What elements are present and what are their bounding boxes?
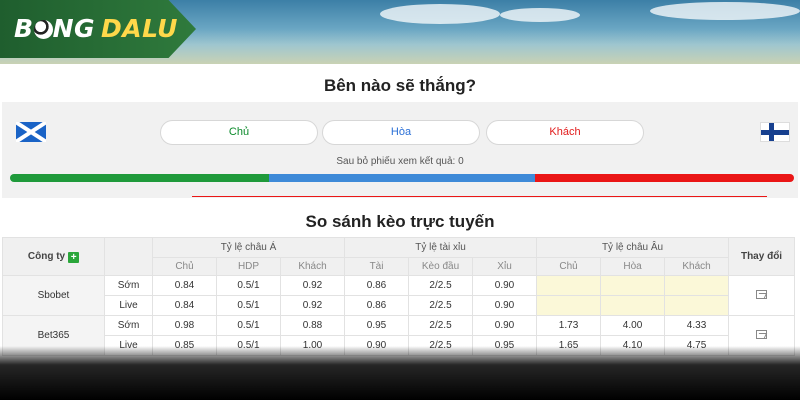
vote-result-note: Sau bỏ phiếu xem kết quả: 0 [336,156,464,167]
vote-draw-button[interactable]: Hòa [322,120,480,145]
bookmaker-name[interactable]: Bet365 [2,315,105,356]
odds-value: 0.84 [152,295,217,316]
odds-value: 0.95 [472,335,538,356]
odds-value: 0.92 [279,275,346,296]
header-banner: B NG DALU [0,0,800,64]
football-icon [33,20,53,39]
odds-value: 1.65 [536,335,602,356]
odds-value: 0.5/1 [216,295,281,316]
odds-value: 4.00 [600,315,666,336]
odds-value: 4.33 [664,315,730,336]
odds-value: 0.85 [152,335,217,356]
type-header [104,237,153,276]
odds-value: 2/2.5 [408,295,474,316]
odds-value [600,295,666,316]
odds-value: 0.90 [472,295,538,316]
odds-value: 0.98 [152,315,217,336]
vote-share-home [10,174,269,182]
company-header-label: Công ty [27,250,66,262]
finland-flag-icon [760,122,790,142]
odds-row: Sbobet Sớm 0.84 0.5/1 0.92 0.86 2/2.5 0.90 [2,275,796,316]
vote-title: Bên nào sẽ thắng? [323,76,477,95]
logo-text-part2: NG [52,14,96,43]
odds-value: 4.75 [664,335,730,356]
odds-type: Sớm [104,275,153,296]
site-logo[interactable]: B NG DALU [0,0,196,58]
odds-value [664,275,730,296]
odds-value: 4.10 [600,335,666,356]
odds-value: 0.84 [152,275,217,296]
subheader: Chủ [536,257,602,276]
cloud-decoration [500,8,580,22]
group-header-asian: Tỷ lệ châu Á [151,237,346,258]
vote-home-button[interactable]: Chủ [160,120,318,145]
subheader: HDP [216,257,281,276]
odds-value: 0.5/1 [216,275,281,296]
odds-value: 0.5/1 [216,315,281,336]
cloud-decoration [650,2,800,20]
comparison-title: So sánh kèo trực tuyến [305,212,495,231]
vote-share-away [535,174,794,182]
odds-row: Bet365 Sớm 0.98 0.5/1 0.88 0.95 2/2.5 0.90 1.73 4… [2,315,796,356]
vote-share-bar [10,174,794,182]
subheader: Khách [664,257,730,276]
group-header-european: Tỷ lệ châu Âu [536,237,730,258]
odds-value: 1.00 [279,335,346,356]
odds-type: Sớm [104,315,153,336]
odds-value [536,275,602,296]
odds-comparison-table: Công ty + Tỷ lệ châu Á Tỷ lệ tài xỉu Tỷ l… [2,237,796,356]
odds-value: 2/2.5 [408,335,474,356]
odds-type: Live [104,335,153,356]
odds-value [664,295,730,316]
change-cell [728,275,796,316]
bookmaker-name[interactable]: Sbobet [2,275,105,316]
odds-value: 0.86 [344,295,410,316]
odds-value: 1.73 [536,315,602,336]
odds-value [600,275,666,296]
logo-text-part3: DALU [101,14,178,43]
change-cell [728,315,796,356]
odds-value: 0.92 [279,295,346,316]
odds-value: 0.90 [472,315,538,336]
odds-row: Live 0.85 0.5/1 1.00 0.90 2/2.5 0.95 1.65 4.10 4.… [3,335,795,356]
odds-value: 0.90 [344,335,410,356]
subheader: Kèo đầu [408,257,474,276]
chart-icon[interactable] [756,289,768,299]
company-header: Công ty + [2,237,105,276]
subheader: Chủ [152,257,217,276]
odds-value [536,295,602,316]
chart-icon[interactable] [756,329,768,339]
odds-type: Live [104,295,153,316]
odds-value: 0.95 [344,315,410,336]
vote-away-button[interactable]: Khách [486,120,644,145]
odds-value: 0.88 [279,315,346,336]
vote-share-draw [268,174,536,182]
group-header-overunder: Tỷ lệ tài xỉu [344,237,538,258]
scotland-flag-icon [16,122,46,142]
subheader: Hòa [600,257,666,276]
cloud-decoration [380,4,500,24]
odds-value: 2/2.5 [408,315,474,336]
odds-value: 0.5/1 [216,335,281,356]
odds-value: 0.90 [472,275,538,296]
change-header: Thay đổi [728,237,796,276]
odds-row: Live 0.84 0.5/1 0.92 0.86 2/2.5 0.90 [3,295,795,316]
odds-value: 2/2.5 [408,275,474,296]
odds-value: 0.86 [344,275,410,296]
subheader: Khách [279,257,346,276]
add-company-icon[interactable]: + [68,251,80,263]
subheader: Tài [344,257,410,276]
subheader: Xỉu [472,257,538,276]
divider-line [192,196,767,197]
vote-panel: Chủ Hòa Khách Sau bỏ phiếu xem kết quả: … [2,102,798,198]
logo-text-part1: B [14,14,34,43]
